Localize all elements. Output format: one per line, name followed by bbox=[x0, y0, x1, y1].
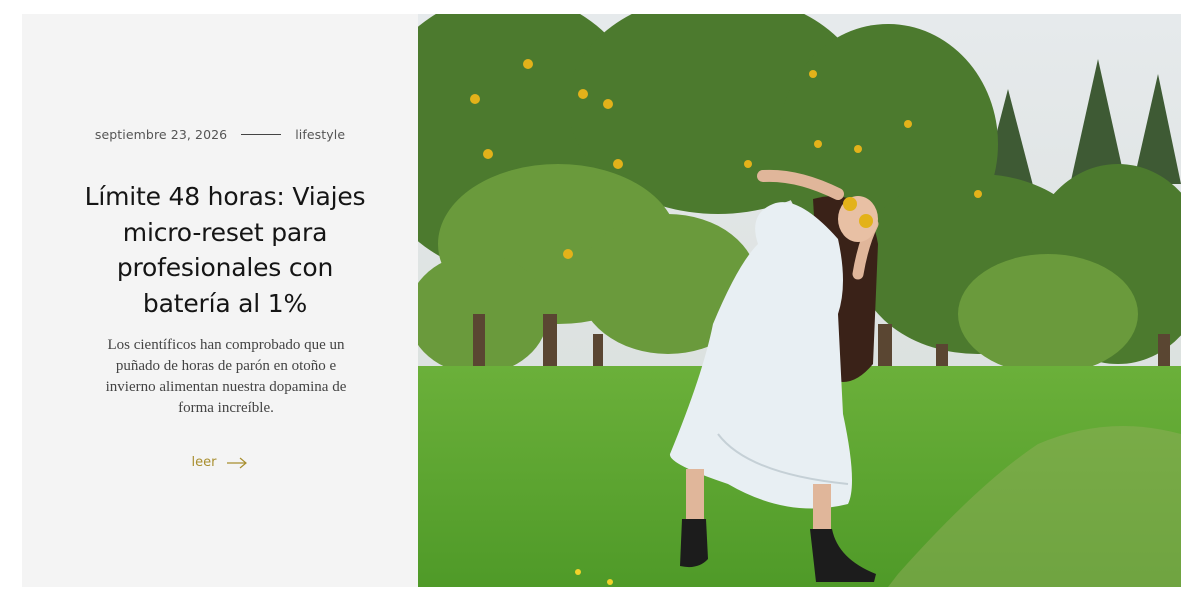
post-featured-image[interactable] bbox=[418, 14, 1181, 587]
post-meta: septiembre 23, 2026 lifestyle bbox=[22, 127, 418, 142]
meta-divider bbox=[241, 134, 282, 135]
post-date: septiembre 23, 2026 bbox=[94, 127, 228, 142]
read-more-label: leer bbox=[191, 455, 217, 470]
post-card: septiembre 23, 2026 lifestyle Límite 48 … bbox=[22, 14, 1181, 587]
post-title[interactable]: Límite 48 horas: Viajes micro-reset para… bbox=[72, 179, 378, 321]
post-category-link[interactable]: lifestyle bbox=[295, 127, 345, 142]
post-excerpt: Los científicos han comprobado que un pu… bbox=[105, 337, 347, 416]
arrow-right-icon bbox=[226, 457, 248, 469]
read-more-link[interactable]: leer bbox=[22, 455, 418, 470]
post-text-panel: septiembre 23, 2026 lifestyle Límite 48 … bbox=[22, 14, 418, 587]
